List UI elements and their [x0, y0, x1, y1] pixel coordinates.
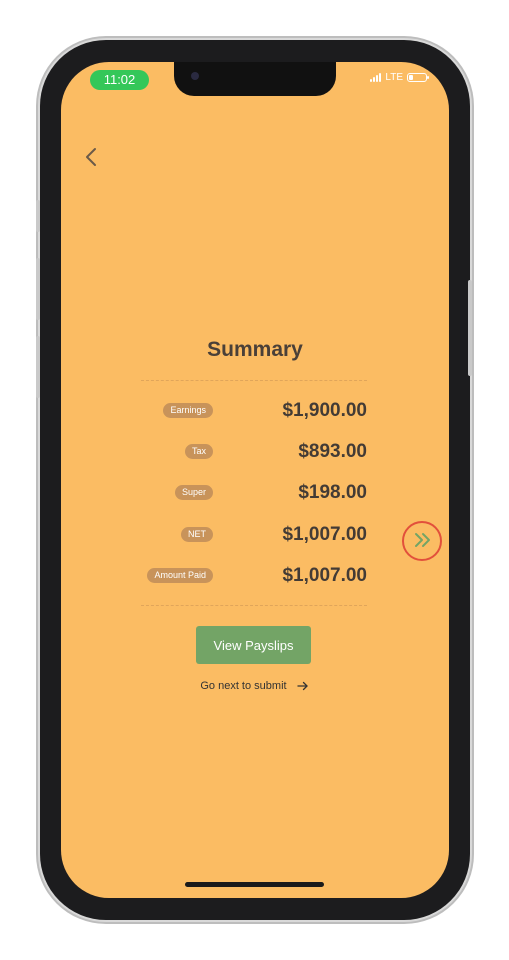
volume-up-button	[36, 258, 40, 320]
mute-switch	[36, 200, 40, 232]
double-chevron-right-icon[interactable]	[411, 528, 435, 552]
divider-bottom	[141, 605, 367, 606]
summary-row-tax: Tax $893.00	[141, 439, 367, 465]
summary-title: Summary	[207, 338, 303, 361]
row-amount: $1,007.00	[282, 565, 367, 586]
row-label: Amount Paid	[147, 568, 213, 583]
signal-icon	[370, 73, 382, 82]
power-button	[468, 280, 472, 376]
chevron-left-icon[interactable]	[81, 146, 103, 168]
row-label: NET	[181, 527, 213, 542]
divider-top	[141, 380, 367, 381]
home-indicator	[185, 882, 324, 887]
status-icons: LTE	[370, 72, 429, 83]
row-amount: $1,900.00	[282, 400, 367, 421]
row-label: Tax	[184, 444, 213, 459]
summary-row-earnings: Earnings $1,900.00	[141, 398, 367, 424]
summary-row-super: Super $198.00	[141, 480, 367, 506]
app-screen: 11:02 LTE Summary Earnings $1,900.00 Tax…	[61, 62, 449, 898]
volume-down-button	[36, 336, 40, 398]
battery-icon	[407, 73, 429, 82]
view-payslips-button[interactable]: View Payslips	[196, 626, 311, 664]
row-label: Super	[174, 485, 213, 500]
row-amount: $893.00	[298, 441, 367, 462]
row-amount: $1,007.00	[282, 524, 367, 545]
status-time: 11:02	[90, 70, 149, 90]
go-next-label: Go next to submit	[200, 680, 287, 692]
camera-icon	[191, 72, 199, 80]
go-next-link[interactable]: Go next to submit	[61, 680, 449, 692]
row-amount: $198.00	[298, 482, 367, 503]
notch	[174, 62, 336, 96]
summary-row-net: NET $1,007.00	[141, 522, 367, 548]
row-label: Earnings	[163, 403, 213, 418]
network-label: LTE	[385, 72, 403, 83]
summary-row-amount-paid: Amount Paid $1,007.00	[141, 563, 367, 589]
arrow-right-icon	[296, 681, 308, 691]
